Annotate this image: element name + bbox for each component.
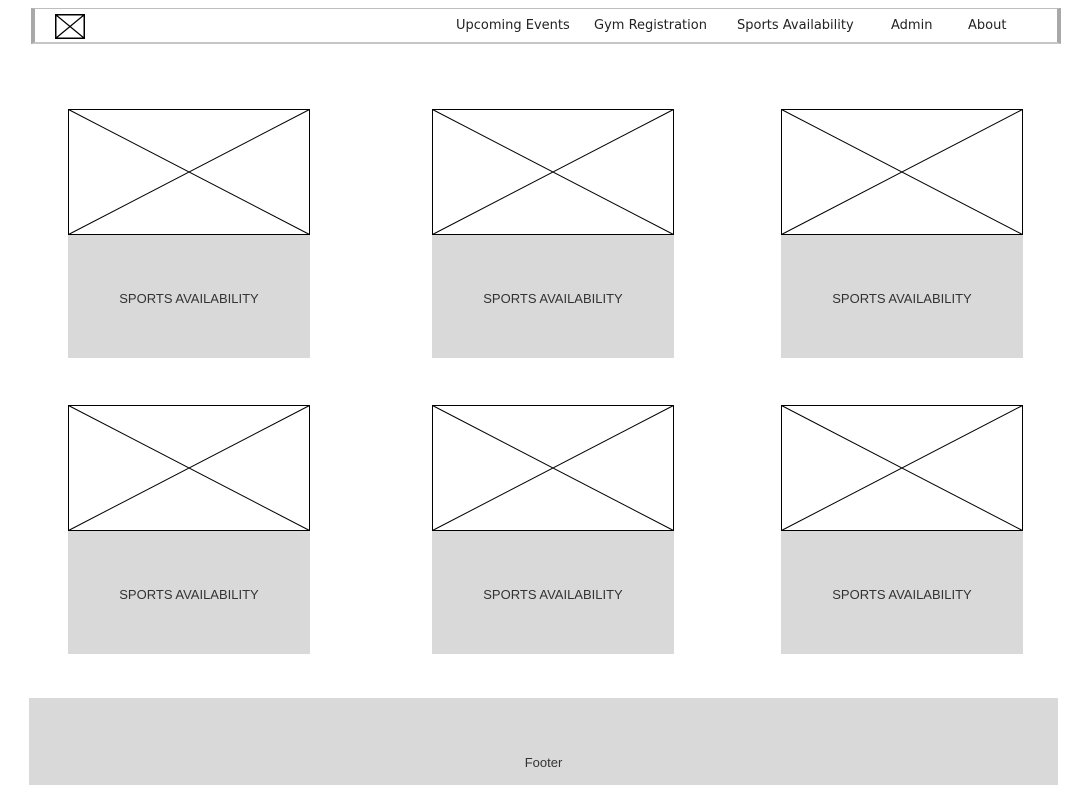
sports-card[interactable]: SPORTS AVAILABILITY bbox=[781, 109, 1023, 358]
sports-card[interactable]: SPORTS AVAILABILITY bbox=[781, 405, 1023, 654]
sports-card[interactable]: SPORTS AVAILABILITY bbox=[432, 109, 674, 358]
card-body: SPORTS AVAILABILITY bbox=[432, 531, 674, 654]
card-label: SPORTS AVAILABILITY bbox=[483, 587, 623, 602]
footer-label: Footer bbox=[524, 755, 563, 770]
card-label: SPORTS AVAILABILITY bbox=[119, 587, 259, 602]
image-placeholder-icon bbox=[781, 405, 1023, 531]
card-body: SPORTS AVAILABILITY bbox=[781, 235, 1023, 358]
page-footer: Footer bbox=[29, 698, 1058, 785]
card-body: SPORTS AVAILABILITY bbox=[781, 531, 1023, 654]
image-placeholder-icon bbox=[432, 405, 674, 531]
card-label: SPORTS AVAILABILITY bbox=[832, 291, 972, 306]
top-navbar: Upcoming Events Gym Registration Sports … bbox=[31, 8, 1061, 44]
image-placeholder-icon bbox=[432, 109, 674, 235]
card-body: SPORTS AVAILABILITY bbox=[68, 531, 310, 654]
sports-card[interactable]: SPORTS AVAILABILITY bbox=[68, 109, 310, 358]
sports-card[interactable]: SPORTS AVAILABILITY bbox=[432, 405, 674, 654]
card-body: SPORTS AVAILABILITY bbox=[68, 235, 310, 358]
image-placeholder-icon bbox=[781, 109, 1023, 235]
image-placeholder-icon bbox=[68, 109, 310, 235]
nav-link-about[interactable]: About bbox=[968, 9, 1006, 42]
card-label: SPORTS AVAILABILITY bbox=[483, 291, 623, 306]
card-body: SPORTS AVAILABILITY bbox=[432, 235, 674, 358]
nav-link-upcoming-events[interactable]: Upcoming Events bbox=[456, 9, 570, 42]
logo-placeholder-icon[interactable] bbox=[55, 14, 85, 39]
nav-link-gym-registration[interactable]: Gym Registration bbox=[594, 9, 707, 42]
sports-card[interactable]: SPORTS AVAILABILITY bbox=[68, 405, 310, 654]
card-label: SPORTS AVAILABILITY bbox=[119, 291, 259, 306]
nav-link-admin[interactable]: Admin bbox=[891, 9, 932, 42]
card-label: SPORTS AVAILABILITY bbox=[832, 587, 972, 602]
nav-link-sports-availability[interactable]: Sports Availability bbox=[737, 9, 854, 42]
image-placeholder-icon bbox=[68, 405, 310, 531]
